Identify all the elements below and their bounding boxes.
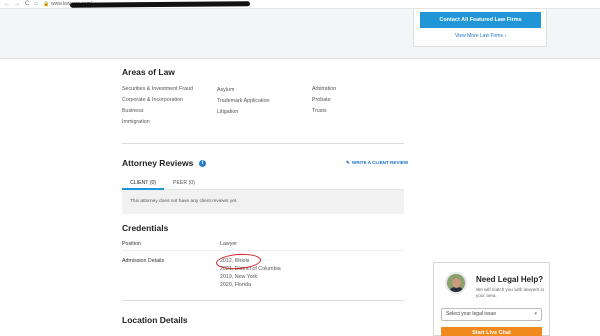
area-item: Asylum bbox=[217, 87, 235, 93]
write-client-review-link[interactable]: ✎ WRITE A CLIENT REVIEW bbox=[346, 160, 408, 166]
area-item: Securities & Investment Fraud bbox=[122, 86, 193, 92]
featured-firms-box: Contact All Featured Law Firms View More… bbox=[413, 9, 547, 47]
legal-issue-select-value: Select your legal issue bbox=[446, 311, 497, 317]
position-value: Lawyer bbox=[220, 241, 238, 247]
back-icon[interactable]: ← bbox=[4, 1, 10, 7]
no-reviews-message: This attorney does not have any client r… bbox=[130, 199, 238, 204]
area-item: Arbitration bbox=[312, 86, 337, 92]
legal-issue-select[interactable]: Select your legal issue ▾ bbox=[441, 308, 542, 321]
position-label: Position bbox=[122, 241, 141, 247]
area-item: Corporate & Incorporation bbox=[122, 97, 183, 103]
need-legal-help-widget: Need Legal Help? We will match you with … bbox=[433, 262, 550, 336]
redaction-mark bbox=[69, 1, 251, 8]
admission-item: 2020, Florida bbox=[220, 282, 251, 288]
section-divider bbox=[122, 300, 404, 301]
admission-item: 2019, New York bbox=[220, 274, 258, 280]
tab-peer-reviews[interactable]: PEER (0) bbox=[173, 180, 195, 186]
location-details-heading: Location Details bbox=[122, 315, 188, 325]
credentials-heading: Credentials bbox=[122, 223, 169, 233]
area-item: Trademark Application bbox=[217, 98, 270, 104]
area-item: Litigation bbox=[217, 109, 239, 115]
attorney-reviews-heading: Attorney Reviews bbox=[122, 158, 194, 168]
browser-address-bar: ← → C ⌂ 🔒 www.lawyers.com/ bbox=[0, 0, 600, 9]
lock-icon: 🔒 bbox=[43, 1, 50, 7]
forward-icon[interactable]: → bbox=[14, 1, 20, 7]
tab-client-reviews[interactable]: CLIENT (0) bbox=[130, 180, 156, 186]
contact-all-firms-button[interactable]: Contact All Featured Law Firms bbox=[420, 12, 541, 28]
view-more-firms-link[interactable]: View More Law Firms › bbox=[414, 33, 547, 39]
home-icon[interactable]: ⌂ bbox=[34, 1, 38, 7]
area-item: Business bbox=[122, 108, 144, 114]
help-title: Need Legal Help? bbox=[476, 275, 544, 284]
pencil-icon: ✎ bbox=[346, 160, 350, 165]
areas-of-law-heading: Areas of Law bbox=[122, 67, 175, 77]
section-divider bbox=[122, 143, 404, 144]
write-review-label: WRITE A CLIENT REVIEW bbox=[351, 160, 409, 165]
info-icon[interactable]: i bbox=[199, 160, 206, 167]
reload-icon[interactable]: C bbox=[25, 1, 29, 7]
lawyer-avatar bbox=[445, 272, 467, 294]
start-live-chat-button[interactable]: Start Live Chat bbox=[441, 327, 542, 336]
chevron-down-icon: ▾ bbox=[534, 311, 537, 317]
credentials-row-divider bbox=[122, 250, 404, 251]
area-item: Immigration bbox=[122, 119, 150, 125]
reviews-empty-panel: This attorney does not have any client r… bbox=[122, 190, 404, 214]
help-subtitle: We will match you with lawyers in your a… bbox=[476, 287, 545, 298]
top-band: Contact All Featured Law Firms View More… bbox=[0, 9, 600, 59]
area-item: Trusts bbox=[312, 108, 327, 114]
area-item: Probate bbox=[312, 97, 331, 103]
admission-label: Admission Details bbox=[122, 258, 165, 264]
